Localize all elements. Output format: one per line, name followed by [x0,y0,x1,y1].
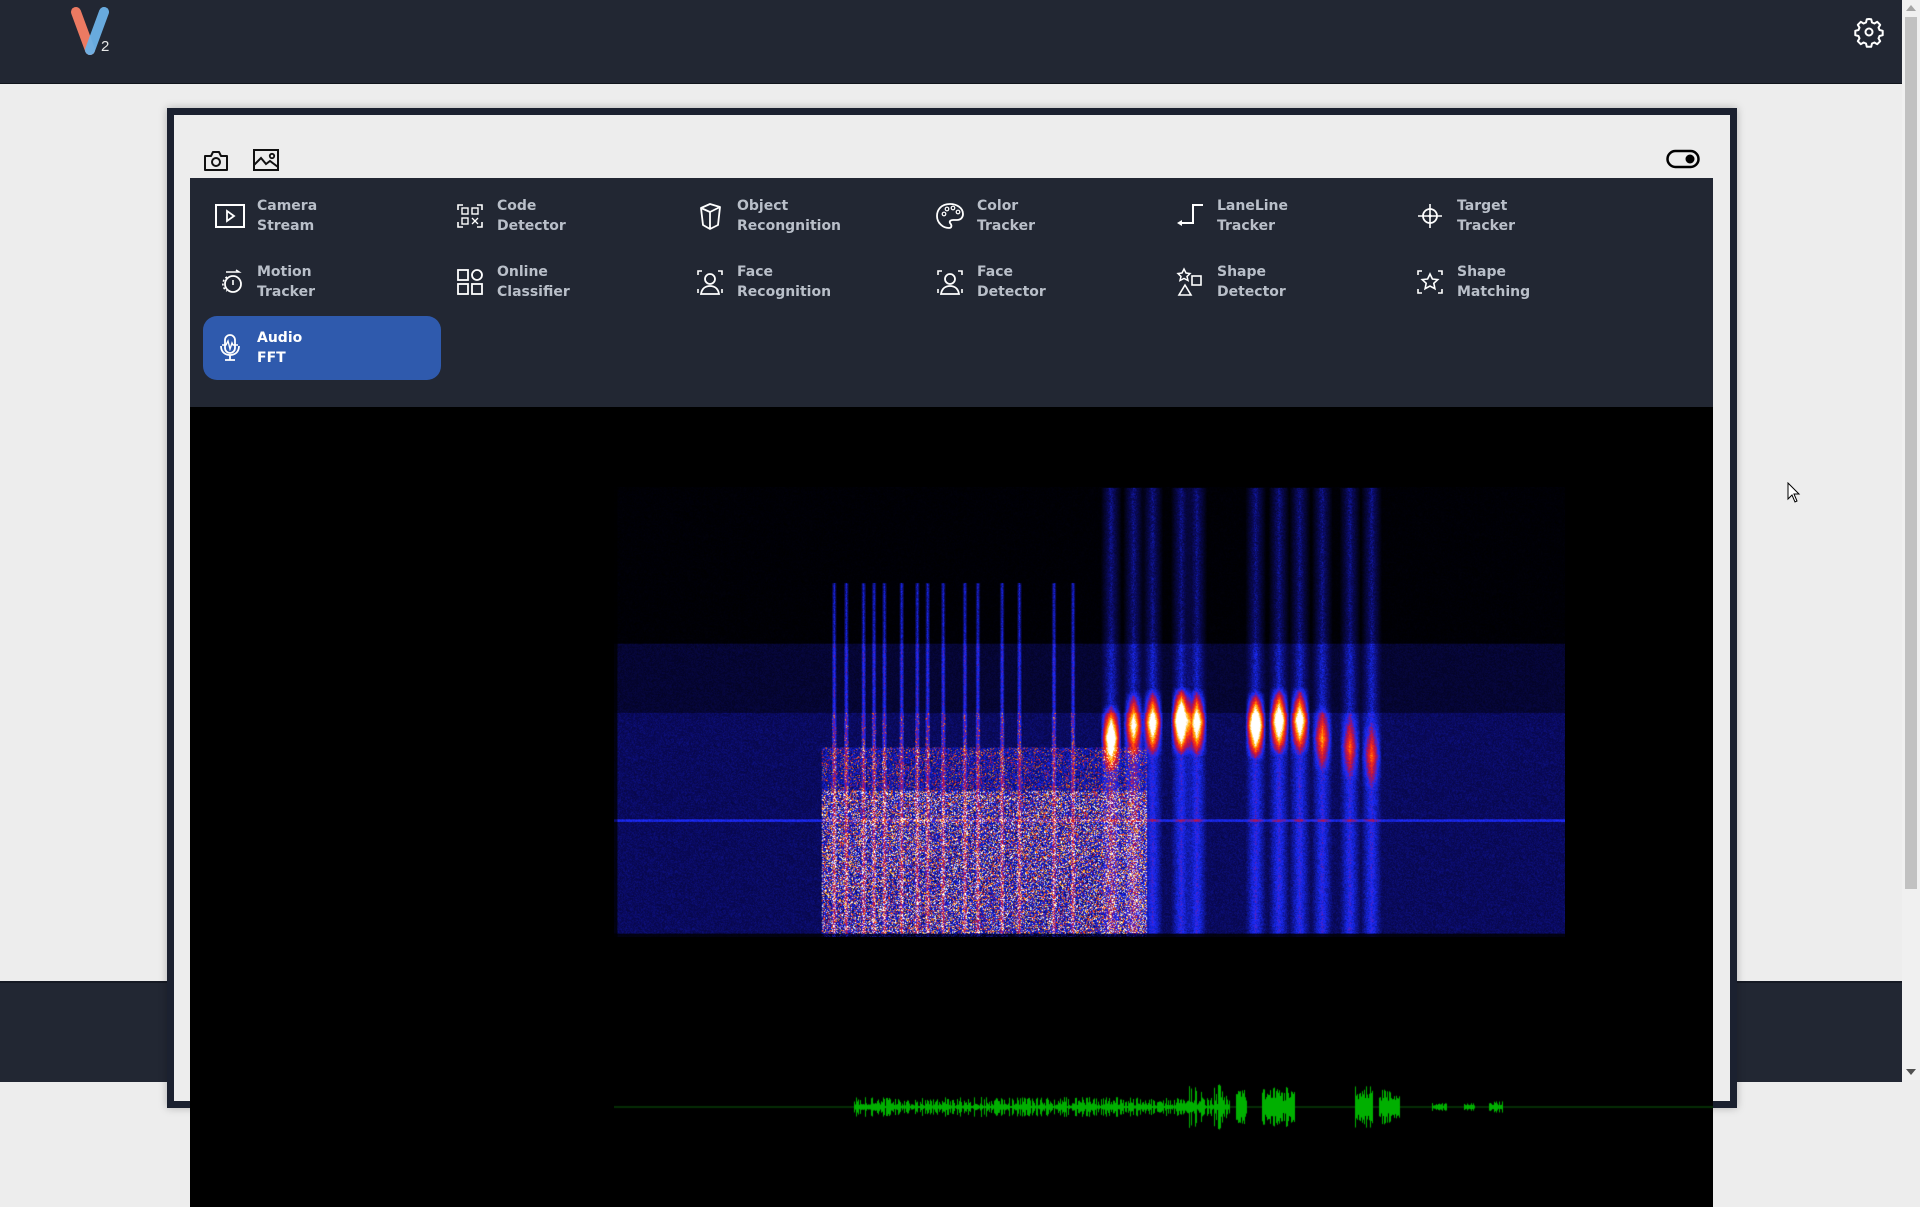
label-line-1: Target [1457,198,1508,214]
menu-item-label: Online Classifier [497,262,570,302]
label-line-1: Face [737,264,773,280]
label-line-1: Online [497,264,548,280]
label-line-2: Detector [977,284,1046,300]
spectrogram [614,487,1566,937]
label-line-1: Code [497,198,537,214]
label-line-1: Camera [257,198,318,214]
page-scrollbar[interactable] [1902,0,1920,1080]
menu-item-label: Object Recongnition [737,196,841,236]
audio-fft-viewer [190,407,1713,1207]
top-bar: 2 [0,0,1902,84]
menu-item-label: Face Recognition [737,262,831,302]
menu-item-code-detector[interactable]: Code Detector [443,184,681,248]
motion-icon [222,269,242,293]
label-line-2: Tracker [977,218,1035,234]
face-recognition-icon [697,270,723,295]
menu-item-target-tracker[interactable]: Target Tracker [1403,184,1641,248]
menu-item-label: Shape Matching [1457,262,1530,302]
scroll-down-arrow-icon[interactable] [1906,1069,1916,1075]
label-line-1: Shape [1457,264,1507,280]
label-line-1: LaneLine [1217,198,1289,214]
menu-item-color-tracker[interactable]: Color Tracker [923,184,1161,248]
label-line-2: Stream [257,218,315,234]
label-line-1: Object [737,198,789,214]
menu-item-label: Color Tracker [977,196,1035,236]
menu-item-label: LaneLine Tracker [1217,196,1288,236]
label-line-2: Tracker [257,284,315,300]
label-line-2: Matching [1457,284,1531,300]
qr-code-icon [457,204,483,228]
label-line-2: Recognition [737,284,832,300]
menu-item-shape-detector[interactable]: Shape Detector [1163,250,1401,314]
face-detector-icon [937,270,963,295]
play-screen-icon [215,204,245,228]
menu-item-laneline-tracker[interactable]: LaneLine Tracker [1163,184,1401,248]
label-line-1: Shape [1217,264,1267,280]
label-line-2: Tracker [1217,218,1275,234]
menu-item-label: Motion Tracker [257,262,315,302]
menu-item-label: Code Detector [497,196,566,236]
label-line-2: Recongnition [737,218,842,234]
menu-item-shape-matching[interactable]: Shape Matching [1403,250,1641,314]
scroll-thumb[interactable] [1905,17,1917,889]
grid-classifier-icon [457,269,483,295]
label-line-1: Color [977,198,1019,214]
menu-item-object-recongnition[interactable]: Object Recongnition [683,184,921,248]
label-line-2: Classifier [497,284,570,300]
image-icon[interactable] [252,147,280,173]
shapes-icon [1176,267,1202,296]
mouse-cursor-icon [1787,482,1801,503]
gear-icon[interactable] [1853,16,1885,48]
menu-item-label: Camera Stream [257,196,317,236]
feature-menu: Camera Stream Code Detector Object Recongniti… [190,178,1713,407]
scroll-up-arrow-icon[interactable] [1906,5,1916,11]
menu-item-label: Target Tracker [1457,196,1515,236]
menu-item-face-recognition[interactable]: Face Recognition [683,250,921,314]
star-frame-icon [1417,270,1443,294]
label-line-1: Face [977,264,1013,280]
crosshair-icon [1418,204,1442,228]
lane-line-icon [1177,204,1203,226]
label-line-2: Detector [1217,284,1286,300]
label-line-1: Motion [257,264,312,280]
label-line-2: Tracker [1457,218,1515,234]
label-line-1: Audio [257,330,303,346]
microphone-icon [220,334,240,361]
display-toggle[interactable] [1666,149,1700,169]
menu-item-face-detector[interactable]: Face Detector [923,250,1161,314]
label-line-2: FFT [257,350,286,366]
menu-item-online-classifier[interactable]: Online Classifier [443,250,681,314]
label-line-2: Detector [497,218,566,234]
menu-item-camera-stream[interactable]: Camera Stream [203,184,441,248]
camera-icon[interactable] [202,148,230,174]
menu-item-label: Face Detector [977,262,1046,302]
menu-item-label: Audio FFT [257,328,302,368]
main-card: Camera Stream Code Detector Object Recongniti… [167,108,1737,1207]
palette-icon [936,203,964,229]
menu-item-motion-tracker[interactable]: Motion Tracker [203,250,441,314]
menu-item-audio-fft[interactable]: Audio FFT [203,316,441,380]
menu-item-label: Shape Detector [1217,262,1286,302]
cube-icon [700,203,721,230]
waveform [614,1052,1713,1162]
logo-subscript: 2 [101,38,110,55]
